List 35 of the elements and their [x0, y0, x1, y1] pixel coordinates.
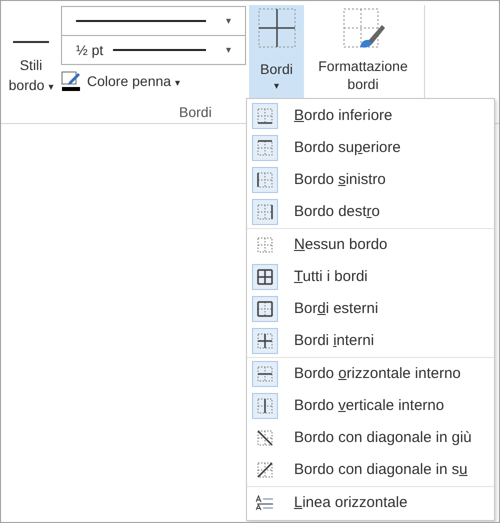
pen-icon	[61, 70, 83, 92]
inside-horizontal-border-icon	[257, 366, 273, 382]
bottom-border-icon	[257, 108, 273, 124]
diagonal-up-border-icon	[257, 462, 273, 478]
inside-vertical-border-icon	[257, 398, 273, 414]
line-style-dropdown[interactable]: ▾	[61, 6, 246, 36]
menu-item[interactable]: Bordo con diagonale in giù	[247, 422, 494, 454]
menu-item[interactable]: Bordi interni	[247, 325, 494, 357]
diagonal-down-border-icon	[257, 430, 273, 446]
pen-color-button[interactable]: Colore penna ▾	[61, 70, 246, 92]
menu-item[interactable]: Bordi esterni	[247, 293, 494, 325]
left-border-icon	[257, 172, 273, 188]
menu-item[interactable]: Bordo destro	[247, 196, 494, 228]
outside-borders-icon	[257, 301, 273, 317]
line-weight-dropdown[interactable]: ½ pt ▾	[61, 36, 246, 65]
borders-button[interactable]: Bordi ▾	[249, 5, 304, 98]
menu-item[interactable]: Bordo inferiore	[247, 100, 494, 132]
border-painter-button[interactable]: Formattazione bordi	[304, 5, 422, 98]
menu-item[interactable]: Bordo sinistro	[247, 164, 494, 196]
menu-item[interactable]: Linea orizzontale	[247, 487, 494, 519]
menu-item[interactable]: Nessun bordo	[247, 229, 494, 261]
menu-item[interactable]: Bordo superiore	[247, 132, 494, 164]
menu-item[interactable]: Bordo verticale interno	[247, 390, 494, 422]
all-borders-icon	[257, 269, 273, 285]
horizontal-line-icon	[256, 495, 274, 511]
menu-item[interactable]: Tutti i bordi	[247, 261, 494, 293]
menu-item[interactable]: Bordo orizzontale interno	[247, 358, 494, 390]
menu-item[interactable]: Bordo con diagonale in su	[247, 454, 494, 486]
top-border-icon	[257, 140, 273, 156]
all-borders-icon	[256, 7, 296, 49]
no-border-icon	[257, 237, 273, 253]
group-label: Bordi	[179, 103, 212, 122]
border-styles-button[interactable]: Stili bordo ▾	[1, 1, 61, 100]
right-border-icon	[257, 204, 273, 220]
inside-borders-icon	[257, 333, 273, 349]
